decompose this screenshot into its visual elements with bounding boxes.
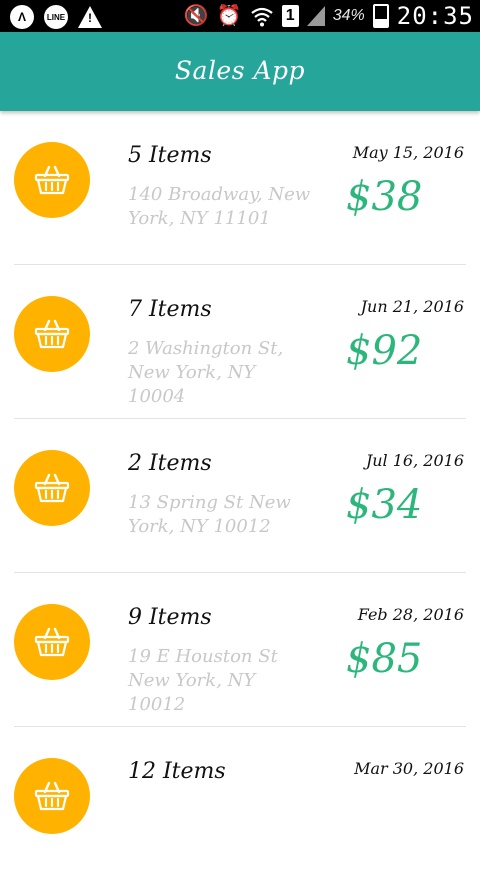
basket-avatar [14,450,90,526]
order-list-item[interactable]: 12 Items Mar 30, 2016 [14,727,466,880]
order-amount: $38 [346,174,423,220]
order-date: Jul 16, 2016 [365,451,464,470]
basket-icon [34,473,70,503]
warning-icon: ! [78,6,102,28]
order-date: May 15, 2016 [352,143,464,162]
order-list-item[interactable]: 2 Items 13 Spring St New York, NY 10012 … [14,419,466,573]
basket-avatar [14,604,90,680]
order-amount: $34 [346,482,423,528]
delivery-address: 2 Washington St, New York, NY 10004 [128,338,284,407]
page-title: Sales App [174,56,306,85]
alarm-icon: ⏰ [216,5,242,27]
status-bar: Λ LINE ! 🔇 ⏰ 1 34% 20:35 [0,0,480,32]
basket-icon [34,165,70,195]
item-count: 2 Items [128,451,212,476]
mute-icon: 🔇 [183,5,209,27]
sim-icon: 1 [281,5,299,27]
line-app-icon: LINE [44,5,68,29]
basket-avatar [14,758,90,834]
order-list-item[interactable]: 9 Items 19 E Houston St New York, NY 100… [14,573,466,727]
delivery-address: 19 E Houston St New York, NY 10012 [128,646,278,715]
a-logo-icon: Λ [10,5,34,29]
order-list-item[interactable]: 7 Items 2 Washington St, New York, NY 10… [14,265,466,419]
order-amount: $85 [346,636,423,682]
wifi-icon [251,7,273,27]
order-date: Jun 21, 2016 [360,297,464,316]
delivery-address: 140 Broadway, New York, NY 11101 [128,184,311,229]
item-count: 9 Items [128,605,212,630]
basket-icon [34,781,70,811]
basket-avatar [14,142,90,218]
clock: 20:35 [396,2,474,30]
basket-icon [34,627,70,657]
item-count: 5 Items [128,143,212,168]
system-icons: 🔇 ⏰ 1 34% 20:35 [183,2,474,30]
orders-list[interactable]: 5 Items 140 Broadway, New York, NY 11101… [0,111,480,880]
item-count: 7 Items [128,297,212,322]
app-toolbar: Sales App [0,32,480,111]
delivery-address: 13 Spring St New York, NY 10012 [128,492,291,537]
signal-icon [306,6,325,26]
basket-icon [34,319,70,349]
battery-percent: 34% [332,7,365,24]
order-amount: $92 [346,328,423,374]
basket-avatar [14,296,90,372]
order-date: Feb 28, 2016 [357,605,464,624]
battery-icon [372,4,389,28]
order-date: Mar 30, 2016 [354,759,464,778]
item-count: 12 Items [128,759,226,784]
notification-icons: Λ LINE ! [10,5,102,29]
order-list-item[interactable]: 5 Items 140 Broadway, New York, NY 11101… [14,111,466,265]
